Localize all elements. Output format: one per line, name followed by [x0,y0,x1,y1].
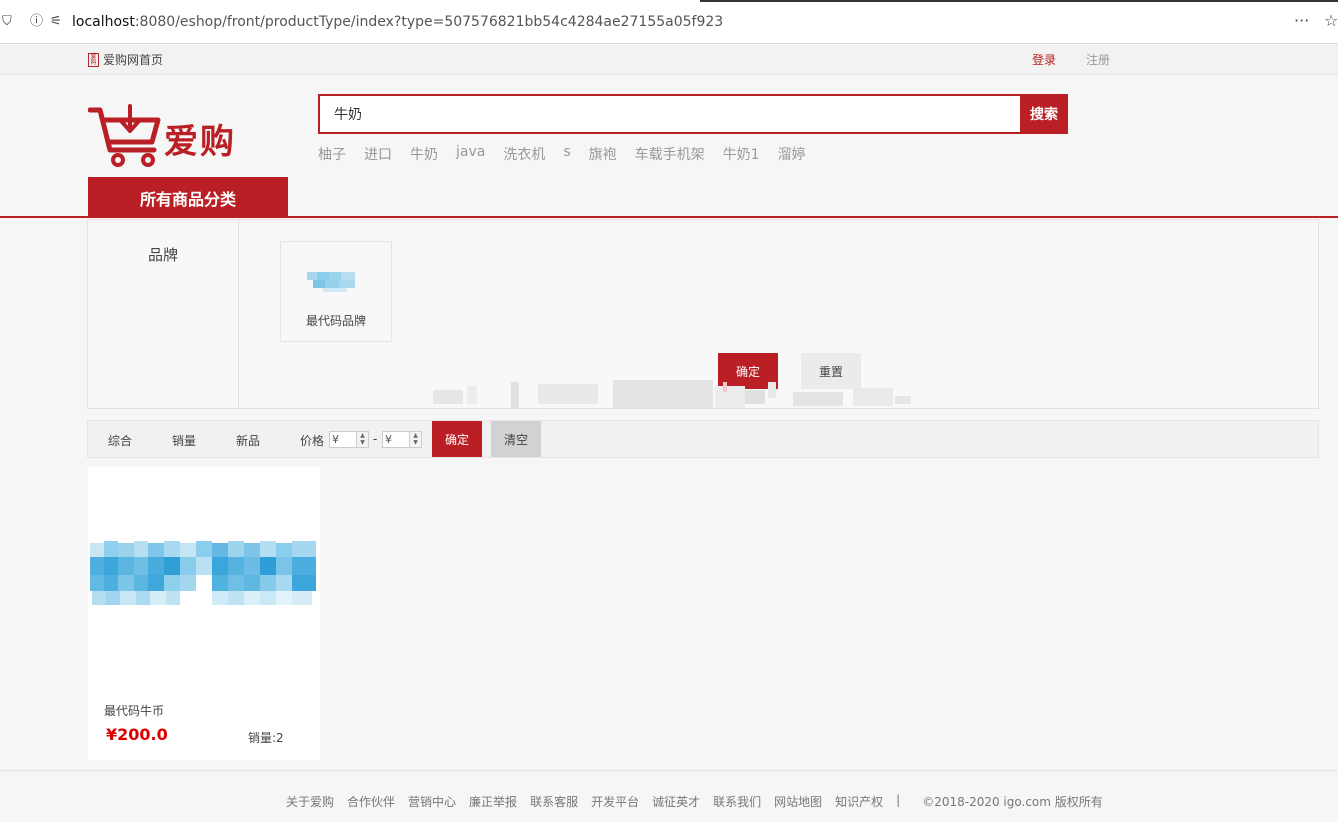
price-max-placeholder: ¥ [385,433,392,446]
product-sales: 销量:2 [248,731,284,745]
footer-link[interactable]: 营销中心 [408,793,456,810]
hot-word-link[interactable]: java [456,144,485,164]
hot-word-link[interactable]: 车载手机架 [635,144,705,164]
footer-link[interactable]: 联系我们 [713,793,761,810]
sort-sales[interactable]: 销量 [172,432,196,449]
home-link[interactable]: 爱购 爱购网首页 [88,51,163,68]
product-price: ¥200.0 [106,725,168,744]
footer-link[interactable]: 网站地图 [774,793,822,810]
logo-text: 爱购 [164,122,236,162]
login-link[interactable]: 登录 [1032,51,1056,68]
brand-logo-image [307,272,355,292]
site-logo[interactable]: 爱购 [87,104,248,168]
footer-copyright: ©2018-2020 igo.com 版权所有 [922,795,1103,809]
hot-word-link[interactable]: 柚子 [318,144,346,164]
hot-word-link[interactable]: 牛奶 [410,144,438,164]
all-categories-button[interactable]: 所有商品分类 [88,177,288,218]
shield-icon[interactable]: ⛉ [2,14,12,30]
footer-link[interactable]: 知识产权 [835,793,883,810]
info-icon[interactable]: ⓘ [30,14,43,30]
hot-word-link[interactable]: 溜婷 [778,144,806,164]
sort-new[interactable]: 新品 [236,432,260,449]
tab-strip-line [700,0,1338,2]
product-image[interactable] [88,535,320,635]
footer-links: 关于爱购 合作伙伴 营销中心 廉正举报 联系客服 开发平台 诚征英才 联系我们 网站地图 知识产权… [286,793,1116,810]
footer-link[interactable]: 联系客服 [530,793,578,810]
brand-option-label: 最代码品牌 [305,314,366,328]
blurred-watermark-image [433,380,911,408]
brand-option[interactable]: 最代码品牌 [280,241,392,342]
product-card[interactable]: 最代码牛币 ¥200.0 销量:2 [88,467,320,760]
price-max-stepper[interactable]: ▲ ▼ [409,432,421,447]
site-header: 爱购 搜索 柚子进口牛奶 java 洗衣机 s 旗袍车载手机架牛奶1 溜婷 所有商品分类 [0,76,1338,218]
sort-default[interactable]: 综合 [108,432,132,449]
chevron-down-icon: ▼ [413,439,418,446]
more-actions-icon[interactable]: ··· [1294,12,1309,30]
chevron-down-icon: ▼ [360,439,365,446]
search-bar: 搜索 [318,94,1068,134]
footer-link[interactable]: 合作伙伴 [347,793,395,810]
footer-link[interactable]: 开发平台 [591,793,639,810]
price-clear-button[interactable]: 清空 [491,421,541,457]
sort-bar: 综合 销量 新品 价格 ¥ ▲ ▼ - ¥ ▲ ▼ 确定 清空 [87,420,1319,458]
hot-word-link[interactable]: 牛奶1 [723,144,760,164]
site-footer: 关于爱购 合作伙伴 营销中心 廉正举报 联系客服 开发平台 诚征英才 联系我们 网站地图 知识产权… [0,770,1338,822]
home-link-label: 爱购网首页 [103,53,164,67]
hot-search-words: 柚子 进口 牛奶 java 洗衣机 s 旗袍 车载手机架 牛奶1 溜婷 [318,144,824,164]
footer-link[interactable]: 关于爱购 [286,793,334,810]
browser-url-bar: ⛉ ⓘ ⚟ localhost:8080/eshop/front/product… [0,0,1338,44]
hot-word-link[interactable]: 进口 [364,144,392,164]
brand-filter-label: 品牌 [148,246,179,264]
search-input[interactable] [320,96,1020,132]
hot-word-link[interactable]: s [563,144,570,164]
price-label: 价格 [300,434,325,448]
bookmark-icon[interactable]: ☆ [1324,12,1338,30]
chevron-up-icon: ▲ [360,432,365,439]
register-link[interactable]: 注册 [1086,51,1110,68]
site-topbar: 爱购 爱购网首页 登录 注册 [0,45,1338,75]
hot-word-link[interactable]: 洗衣机 [503,144,545,164]
footer-link[interactable]: 廉正举报 [469,793,517,810]
filter-label-column: 品牌 [88,220,239,408]
price-range-dash: - [373,432,378,446]
shopping-cart-icon [87,104,161,167]
chevron-up-icon: ▲ [413,432,418,439]
home-icon: 爱购 [88,52,99,67]
price-min-placeholder: ¥ [332,433,339,446]
permissions-icon[interactable]: ⚟ [50,14,62,30]
footer-separator: | [896,793,901,807]
price-max-input[interactable]: ¥ ▲ ▼ [382,431,422,448]
price-min-input[interactable]: ¥ ▲ ▼ [329,431,369,448]
address-field[interactable]: localhost:8080/eshop/front/productType/i… [72,13,723,31]
product-name[interactable]: 最代码牛币 [104,702,164,719]
footer-link[interactable]: 诚征英才 [652,793,700,810]
search-button[interactable]: 搜索 [1020,94,1068,134]
price-min-stepper[interactable]: ▲ ▼ [356,432,368,447]
price-confirm-button[interactable]: 确定 [432,421,482,457]
brand-filter-panel: 品牌 最代码品牌 确定 重置 [87,219,1319,409]
hot-word-link[interactable]: 旗袍 [589,144,617,164]
